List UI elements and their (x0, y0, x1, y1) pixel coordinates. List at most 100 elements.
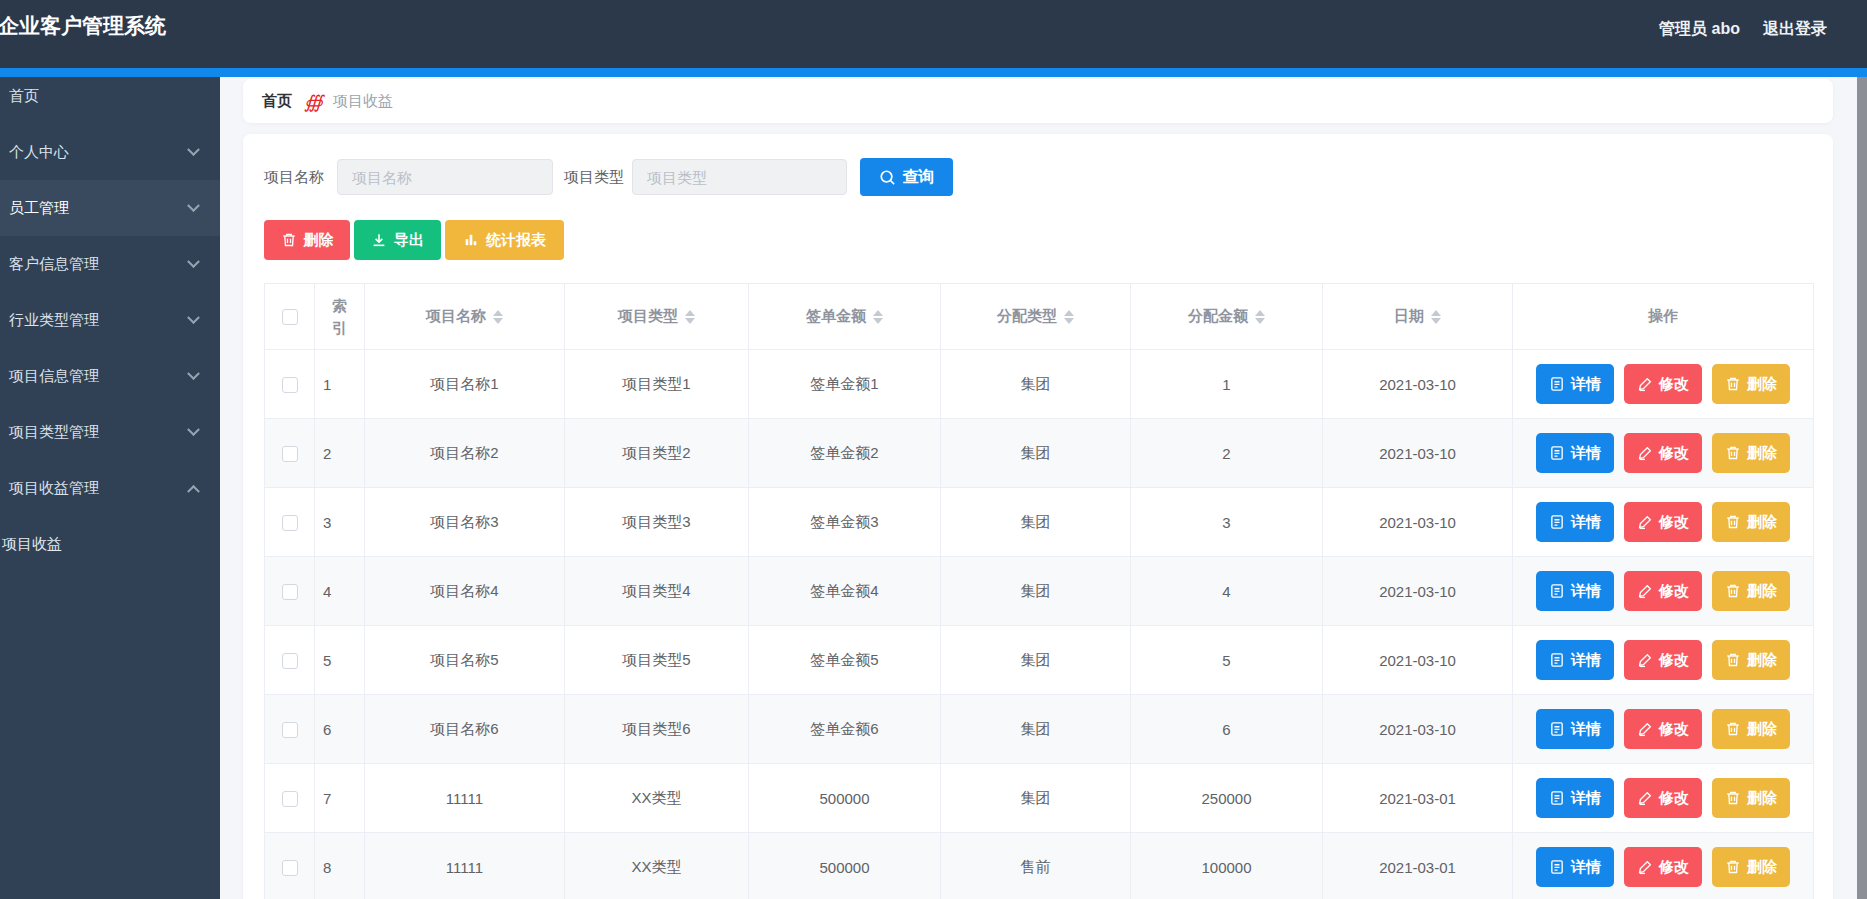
row-action-edit-button[interactable]: 修改 (1624, 433, 1702, 473)
cell-alloc_type: 集团 (941, 695, 1131, 764)
column-header-6[interactable]: 分配金额 (1131, 284, 1323, 350)
cell-index: 1 (315, 350, 365, 419)
row-checkbox[interactable] (282, 446, 298, 462)
cell-alloc_amount: 250000 (1131, 764, 1323, 833)
query-button-label: 查询 (903, 167, 935, 188)
sort-carets-icon[interactable] (873, 310, 883, 324)
table-row-8: 811111XX类型500000售前1000002021-03-01详情修改删除 (265, 833, 1814, 899)
query-button[interactable]: 查询 (860, 158, 953, 196)
row-action-label: 修改 (1659, 651, 1689, 670)
row-action-label: 详情 (1571, 444, 1601, 463)
row-checkbox[interactable] (282, 860, 298, 876)
row-action-detail-button[interactable]: 详情 (1536, 571, 1614, 611)
row-action-edit-button[interactable]: 修改 (1624, 502, 1702, 542)
export-button[interactable]: 导出 (354, 220, 441, 260)
row-action-detail-button[interactable]: 详情 (1536, 502, 1614, 542)
row-checkbox[interactable] (282, 653, 298, 669)
row-action-label: 修改 (1659, 858, 1689, 877)
sidebar-item-4[interactable]: 行业类型管理 (0, 292, 220, 348)
column-header-7[interactable]: 日期 (1323, 284, 1513, 350)
row-action-remove-button[interactable]: 删除 (1712, 502, 1790, 542)
column-header-4[interactable]: 签单金额 (749, 284, 941, 350)
bar-chart-icon (463, 232, 479, 248)
chevron-down-icon (187, 255, 200, 268)
row-action-remove-button[interactable]: 删除 (1712, 640, 1790, 680)
row-action-detail-button[interactable]: 详情 (1536, 778, 1614, 818)
row-action-remove-button[interactable]: 删除 (1712, 364, 1790, 404)
red-integral-icon: ∰ (304, 91, 323, 112)
report-button[interactable]: 统计报表 (445, 220, 564, 260)
table-row-5: 5项目名称5项目类型5签单金额5集团52021-03-10详情修改删除 (265, 626, 1814, 695)
row-action-remove-button[interactable]: 删除 (1712, 847, 1790, 887)
row-action-edit-button[interactable]: 修改 (1624, 709, 1702, 749)
row-action-detail-button[interactable]: 详情 (1536, 364, 1614, 404)
sort-carets-icon[interactable] (1064, 310, 1074, 324)
row-action-detail-button[interactable]: 详情 (1536, 640, 1614, 680)
row-checkbox[interactable] (282, 584, 298, 600)
admin-user-link[interactable]: 管理员 abo (1659, 19, 1740, 40)
row-action-edit-button[interactable]: 修改 (1624, 364, 1702, 404)
breadcrumb: 首页 ∰ 项目收益 (243, 79, 1833, 123)
cell-amount: 签单金额3 (749, 488, 941, 557)
row-action-edit-button[interactable]: 修改 (1624, 571, 1702, 611)
row-action-detail-button[interactable]: 详情 (1536, 709, 1614, 749)
row-action-detail-button[interactable]: 详情 (1536, 433, 1614, 473)
logout-link[interactable]: 退出登录 (1763, 19, 1827, 40)
cell-amount: 500000 (749, 764, 941, 833)
sidebar-item-3[interactable]: 客户信息管理 (0, 236, 220, 292)
row-action-detail-button[interactable]: 详情 (1536, 847, 1614, 887)
cell-name: 项目名称5 (365, 626, 565, 695)
cell-date: 2021-03-01 (1323, 833, 1513, 899)
row-action-label: 详情 (1571, 513, 1601, 532)
scrollbar[interactable] (1857, 77, 1867, 899)
cell-alloc_amount: 2 (1131, 419, 1323, 488)
cell-amount: 签单金额6 (749, 695, 941, 764)
chevron-down-icon (187, 311, 200, 324)
breadcrumb-home[interactable]: 首页 (262, 92, 292, 111)
row-action-label: 详情 (1571, 582, 1601, 601)
project-type-input[interactable] (632, 159, 847, 195)
sidebar-item-label: 项目收益管理 (9, 479, 99, 498)
sidebar: 首页个人中心员工管理客户信息管理行业类型管理项目信息管理项目类型管理项目收益管理… (0, 68, 220, 899)
row-action-remove-button[interactable]: 删除 (1712, 778, 1790, 818)
cell-index: 4 (315, 557, 365, 626)
row-checkbox[interactable] (282, 722, 298, 738)
column-header-1: 索引 (315, 284, 365, 350)
project-type-label: 项目类型 (564, 168, 624, 187)
column-header-label: 分配类型 (997, 307, 1057, 326)
sidebar-item-1[interactable]: 个人中心 (0, 124, 220, 180)
cell-alloc_type: 集团 (941, 764, 1131, 833)
delete-button[interactable]: 删除 (264, 220, 350, 260)
sort-carets-icon[interactable] (493, 310, 503, 324)
row-action-remove-button[interactable]: 删除 (1712, 709, 1790, 749)
sort-carets-icon[interactable] (1255, 310, 1265, 324)
cell-alloc_amount: 1 (1131, 350, 1323, 419)
select-all-checkbox[interactable] (282, 309, 298, 325)
row-checkbox[interactable] (282, 515, 298, 531)
row-checkbox[interactable] (282, 791, 298, 807)
row-checkbox[interactable] (282, 377, 298, 393)
sidebar-subitem-0[interactable]: 项目收益 (0, 516, 220, 572)
chevron-down-icon (187, 199, 200, 212)
cell-index: 5 (315, 626, 365, 695)
cell-date: 2021-03-10 (1323, 626, 1513, 695)
column-header-2[interactable]: 项目名称 (365, 284, 565, 350)
row-action-edit-button[interactable]: 修改 (1624, 778, 1702, 818)
row-action-edit-button[interactable]: 修改 (1624, 640, 1702, 680)
row-action-label: 删除 (1747, 720, 1777, 739)
cell-alloc_type: 集团 (941, 488, 1131, 557)
row-action-remove-button[interactable]: 删除 (1712, 571, 1790, 611)
row-action-label: 修改 (1659, 789, 1689, 808)
row-action-edit-button[interactable]: 修改 (1624, 847, 1702, 887)
column-header-3[interactable]: 项目类型 (565, 284, 749, 350)
sidebar-item-5[interactable]: 项目信息管理 (0, 348, 220, 404)
sidebar-item-7[interactable]: 项目收益管理 (0, 460, 220, 516)
sort-carets-icon[interactable] (685, 310, 695, 324)
column-header-label: 分配金额 (1188, 307, 1248, 326)
column-header-5[interactable]: 分配类型 (941, 284, 1131, 350)
sidebar-item-6[interactable]: 项目类型管理 (0, 404, 220, 460)
sidebar-item-2[interactable]: 员工管理 (0, 180, 220, 236)
row-action-remove-button[interactable]: 删除 (1712, 433, 1790, 473)
project-name-input[interactable] (337, 159, 553, 195)
sort-carets-icon[interactable] (1431, 310, 1441, 324)
